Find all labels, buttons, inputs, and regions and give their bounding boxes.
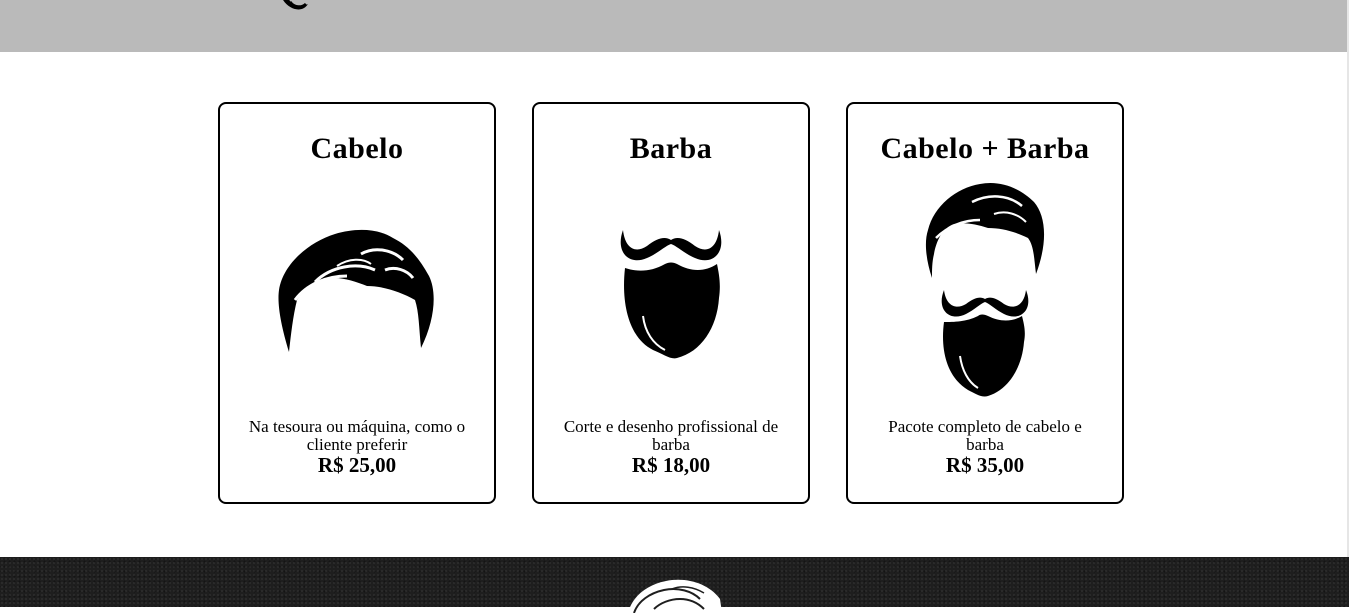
service-description: Na tesoura ou máquina, como o cliente pr… xyxy=(248,417,466,454)
service-price: R$ 35,00 xyxy=(945,453,1025,477)
service-description: Corte e desenho profissional de barba xyxy=(563,417,779,454)
hair-icon xyxy=(278,229,434,352)
service-card-cabelo-barba: Cabelo + Barba Pacote completo de cabelo… xyxy=(846,102,1124,504)
service-title: Cabelo + Barba xyxy=(880,132,1090,165)
service-price: R$ 25,00 xyxy=(317,453,397,477)
service-title: Cabelo xyxy=(310,132,404,165)
service-description: Pacote completo de cabelo e barba xyxy=(888,417,1082,454)
brand-logo-icon[interactable] xyxy=(624,573,724,613)
service-card-barba: Barba Corte e desenho profissional de ba… xyxy=(532,102,810,504)
site-header xyxy=(0,0,1349,52)
site-footer xyxy=(0,557,1349,613)
brand-logo-icon[interactable] xyxy=(272,0,322,12)
service-title: Barba xyxy=(629,132,713,165)
service-price: R$ 18,00 xyxy=(631,453,711,477)
service-card-cabelo: Cabelo Na tesoura ou máquina, como o cli… xyxy=(218,102,496,504)
beard-icon xyxy=(620,230,722,359)
hair-and-beard-icon xyxy=(925,182,1045,397)
